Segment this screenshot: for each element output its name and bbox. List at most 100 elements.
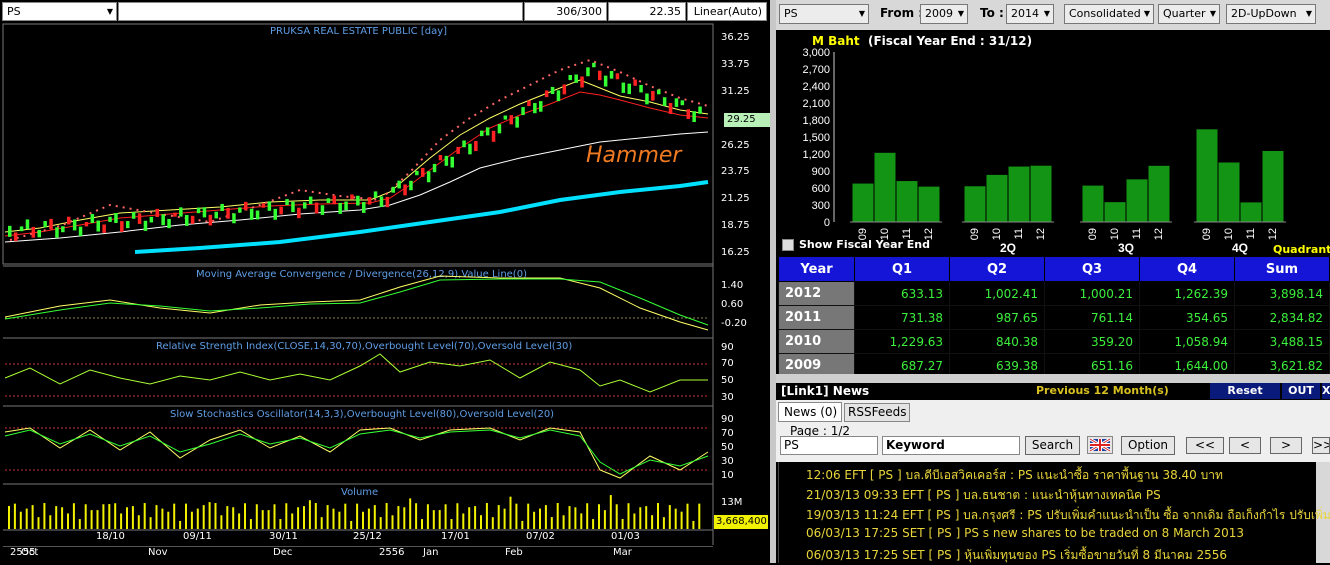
volume-bar [367,508,370,529]
prev-page-button[interactable]: < [1229,437,1261,454]
fin-bar[interactable] [1007,165,1031,223]
stoch-tick: 10 [721,470,734,481]
show-fiscal-checkbox[interactable] [782,239,794,251]
fin-year-tick: 11 [1013,228,1025,239]
volume-bar [25,508,28,529]
tab-news[interactable]: News (0) [778,402,842,422]
price-candle [238,207,242,213]
stoch-tick: 70 [721,428,734,439]
from-year-select[interactable]: 2009 ▼ [920,4,968,24]
tab-rssfeeds[interactable]: RSSFeeds [844,403,910,422]
price-candle [426,171,431,183]
next-page-button[interactable]: > [1270,437,1302,454]
volume-bar [214,503,217,529]
fin-year-tick: 09 [1201,228,1213,240]
price-candle [37,229,41,238]
fin-bar[interactable] [873,151,897,223]
volume-bar [385,503,388,529]
price-tick: 31.25 [721,86,750,97]
volume-bar [344,503,347,529]
table-row[interactable]: 2010 1,229.63 840.38 359.20 1,058.94 3,4… [777,329,1330,354]
volume-bar [674,508,677,529]
price-candle [409,180,413,191]
volume-bar [303,506,305,529]
close-icon[interactable]: X [1322,383,1330,399]
search-button[interactable]: Search [1025,436,1080,455]
table-row[interactable]: 2011 731.38 987.65 761.14 354.65 2,834.8… [777,305,1330,330]
fin-bar[interactable] [1239,201,1263,223]
date-label: Jan [423,547,439,558]
fin-bar[interactable] [1217,161,1241,223]
price-candle [279,206,283,215]
price-candle [474,140,478,152]
date-label: Nov [148,547,168,558]
fin-bar[interactable] [1147,164,1171,223]
volume-bar [680,511,683,529]
fin-bar[interactable] [895,180,919,223]
fin-bar[interactable] [963,185,987,223]
volume-bar [356,503,359,529]
chart-mode-select[interactable]: 2D-UpDown ▼ [1226,4,1316,24]
volume-bar [314,503,317,529]
fund-symbol-value: PS [784,7,798,20]
price-candle [692,111,696,123]
fund-symbol-select[interactable]: PS ▼ [779,4,869,24]
rsi-tick: 50 [721,375,734,386]
price-candle [332,195,336,205]
news-item[interactable]: 19/03/13 11:24 EFT [ PS ] บล.กรุงศรี : P… [806,506,1330,525]
last-page-button[interactable]: >> [1312,437,1330,454]
fin-bar[interactable] [1261,149,1285,223]
fin-year-tick: 09 [1087,228,1099,240]
price-candle [90,214,95,224]
financial-bar-chart: 3,000 2,700 2,400 2,100 1,800 1,500 1,200 900 60… [802,47,1286,255]
volume-bar [539,508,541,529]
period-select[interactable]: Quarter ▼ [1158,4,1220,24]
chevron-down-icon: ▼ [1043,9,1050,18]
price-candle [55,227,59,238]
chevron-down-icon: ▼ [1209,9,1216,18]
price-candle [503,115,508,120]
news-item[interactable]: 12:06 EFT [ PS ] บล.ดีบีเอสวิคเคอร์ส : P… [806,466,1223,485]
price-candle [391,186,395,193]
fin-bar[interactable] [851,182,875,223]
fin-bar[interactable] [1103,201,1127,223]
price-candle [421,167,425,177]
fin-year-tick: 11 [1245,228,1257,239]
reset-button[interactable]: Reset [1210,383,1280,399]
to-year-select[interactable]: 2014 ▼ [1006,4,1054,24]
fin-bar[interactable] [1029,164,1053,223]
period-value: Quarter [1163,7,1206,20]
volume-bar [609,495,612,529]
volume-bar [37,517,40,529]
volume-last-marker: 3,668,400 [714,515,768,529]
news-item[interactable]: 06/03/13 17:25 SET [ PS ] หุ้นเพิ่มทุนขอ… [806,546,1227,565]
value-cell: 1,002.41 [949,281,1046,306]
news-splitter[interactable] [776,374,1330,383]
volume-bar [279,519,282,529]
fin-bar[interactable] [1195,128,1219,223]
volume-bar [61,507,64,529]
fin-group-label: 4Q [1232,241,1248,255]
uk-flag-icon [1089,437,1111,453]
date-axis-top: 18/10 09/11 30/11 25/12 17/01 07/02 01/0… [3,531,713,545]
consolidated-select[interactable]: Consolidated ▼ [1064,4,1154,24]
first-page-button[interactable]: << [1186,437,1224,454]
option-button[interactable]: Option [1121,436,1175,455]
price-candle [43,220,47,228]
table-row[interactable]: 2012 633.13 1,002.41 1,000.21 1,262.39 3… [777,281,1330,306]
fin-bar[interactable] [1125,178,1149,223]
show-fiscal-label: Show Fiscal Year End [799,238,930,251]
news-item[interactable]: 21/03/13 09:33 EFT [ PS ] บล.ธนชาต : แนะ… [806,486,1161,505]
news-item[interactable]: 06/03/13 17:25 SET [ PS ] PS s new share… [806,526,1244,540]
volume-bar [285,503,288,529]
price-candle [143,220,148,231]
fin-bar[interactable] [985,173,1009,223]
news-symbol-input[interactable]: PS [780,436,878,455]
fin-bar[interactable] [917,185,941,223]
keyword-input[interactable]: Keyword [882,436,1020,455]
price-candle [303,202,307,209]
language-flag-icon[interactable] [1087,436,1113,454]
fin-bar[interactable] [1081,184,1105,223]
volume-bar [480,515,482,529]
out-button[interactable]: OUT [1282,383,1320,399]
